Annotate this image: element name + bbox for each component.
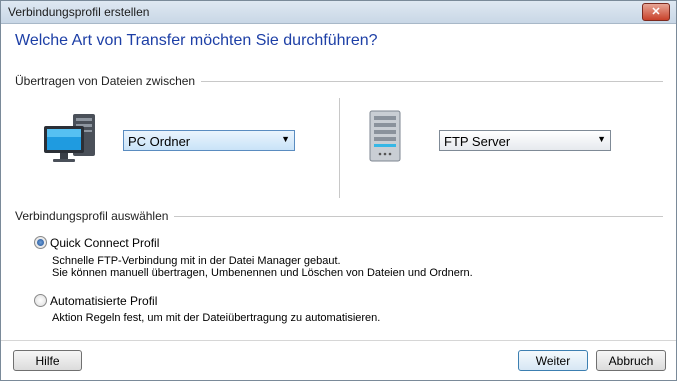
quick-connect-radio[interactable]: [34, 236, 47, 249]
dialog-window: Verbindungsprofil erstellen ✕ Welche Art…: [0, 0, 677, 381]
radio-selected-dot: [37, 239, 44, 246]
quick-connect-desc-line2: Sie können manuell übertragen, Umbenenne…: [52, 267, 473, 279]
cancel-button[interactable]: Abbruch: [596, 350, 666, 371]
window-title: Verbindungsprofil erstellen: [8, 5, 150, 19]
transfer-group-label: Übertragen von Dateien zwischen: [15, 74, 202, 88]
footer-divider: [1, 340, 676, 341]
automated-profile-desc: Aktion Regeln fest, um mit der Dateiüber…: [52, 312, 381, 324]
title-bar: Verbindungsprofil erstellen ✕: [1, 1, 676, 24]
profile-group-label: Verbindungsprofil auswählen: [15, 209, 175, 223]
close-button[interactable]: ✕: [642, 3, 670, 21]
help-button[interactable]: Hilfe: [13, 350, 82, 371]
next-button[interactable]: Weiter: [518, 350, 588, 371]
ftp-server-icon: [368, 110, 402, 162]
quick-connect-label[interactable]: Quick Connect Profil: [50, 236, 159, 250]
automated-profile-radio[interactable]: [34, 294, 47, 307]
chevron-down-icon: ▼: [281, 134, 290, 144]
target-select-value: FTP Server: [444, 134, 511, 149]
target-select[interactable]: FTP Server ▼: [439, 130, 611, 151]
close-icon: ✕: [651, 6, 661, 18]
chevron-down-icon: ▼: [597, 134, 606, 144]
automated-profile-label[interactable]: Automatisierte Profil: [50, 294, 157, 308]
pc-monitor-icon: [43, 112, 99, 164]
source-select-value: PC Ordner: [128, 134, 191, 149]
source-select[interactable]: PC Ordner ▼: [123, 130, 295, 151]
page-title: Welche Art von Transfer möchten Sie durc…: [15, 32, 378, 49]
vertical-divider: [339, 98, 340, 198]
